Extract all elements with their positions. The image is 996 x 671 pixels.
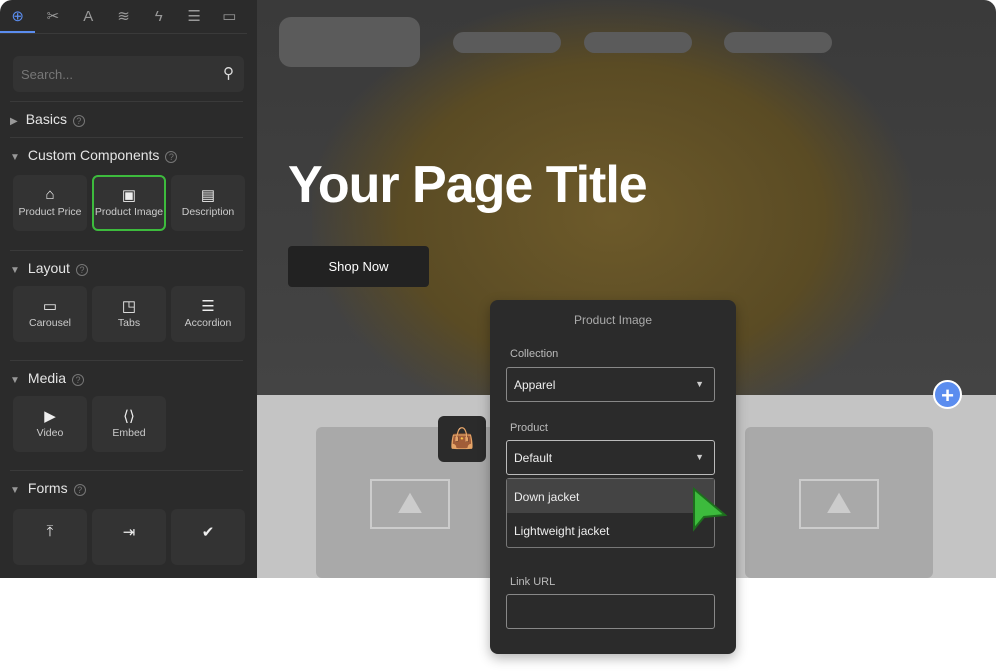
lightning-icon[interactable]: ϟ <box>141 0 176 33</box>
chevron-down-icon: ▼ <box>695 379 704 389</box>
link-url-input[interactable] <box>506 594 715 629</box>
shop-now-button[interactable]: Shop Now <box>288 246 429 287</box>
help-icon[interactable]: ? <box>72 115 85 127</box>
section-custom-components[interactable]: ▼ Custom Components? <box>10 137 243 163</box>
upload-icon: ⤒ <box>46 523 54 540</box>
comments-icon[interactable]: ▭ <box>212 0 247 33</box>
image-icon: ⛰ <box>370 479 450 529</box>
logo-placeholder <box>279 17 420 67</box>
component-input[interactable]: ⇥ <box>92 509 166 565</box>
video-icon: ▶ <box>44 408 56 425</box>
section-label: Layout <box>27 260 70 276</box>
card-label: Carousel <box>28 317 72 329</box>
caret-down-icon: ▼ <box>10 265 20 276</box>
search-input[interactable]: Search... ⚲ <box>13 56 244 92</box>
section-label: Basics <box>25 111 67 127</box>
component-description[interactable]: ▤ Description <box>171 175 245 231</box>
search-placeholder: Search... <box>21 67 74 82</box>
caret-right-icon: ▶ <box>10 116 18 127</box>
image-icon: ⛰ <box>799 479 879 529</box>
card-label: Accordion <box>184 317 232 329</box>
nav-placeholder <box>724 32 832 53</box>
section-layout[interactable]: ▼ Layout? <box>10 250 243 276</box>
option-lightweight-jacket[interactable]: Lightweight jacket <box>507 513 714 547</box>
input-icon: ⇥ <box>122 524 136 541</box>
option-down-jacket[interactable]: Down jacket <box>507 479 714 513</box>
component-upload[interactable]: ⤒ <box>13 509 87 565</box>
help-icon[interactable]: ? <box>72 374 85 386</box>
add-section-button[interactable]: + <box>933 380 962 409</box>
component-carousel[interactable]: ▭ Carousel <box>13 286 87 342</box>
add-icon[interactable]: ⊕ <box>0 0 36 33</box>
product-value: Default <box>514 451 553 465</box>
sidebar-tabs: ⊕ ✂ A ≋ ϟ ☰ ▭ <box>0 0 247 34</box>
cursor-pointer-icon <box>693 487 728 532</box>
sidebar: ⊕ ✂ A ≋ ϟ ☰ ▭ Search... ⚲ ▶ Basics? ▼ Custo… <box>0 0 257 578</box>
component-accordion[interactable]: ☰ Accordion <box>171 286 245 342</box>
popup-title: Product Image <box>573 313 653 327</box>
card-label: Product Price <box>18 206 82 218</box>
card-label: Description <box>181 206 235 218</box>
collection-label: Collection <box>510 348 559 360</box>
search-icon[interactable]: ⚲ <box>223 64 234 82</box>
section-label: Forms <box>27 480 68 496</box>
product-placeholder[interactable]: ⛰ <box>745 427 933 578</box>
help-icon[interactable]: ? <box>75 264 88 276</box>
component-embed[interactable]: ⟨⟩ Embed <box>92 396 166 452</box>
section-label: Media <box>27 370 67 386</box>
caret-down-icon: ▼ <box>10 375 20 386</box>
tag-icon: ⌂ <box>45 186 55 203</box>
caret-down-icon: ▼ <box>10 152 20 163</box>
collection-value: Apparel <box>514 378 556 392</box>
shopping-bag-icon[interactable]: 👜 <box>438 416 486 462</box>
card-label: Tabs <box>117 317 141 329</box>
chevron-down-icon: ▼ <box>695 452 704 462</box>
card-label: Video <box>36 427 64 439</box>
caret-down-icon: ▼ <box>10 485 20 496</box>
collection-select[interactable]: Apparel ▼ <box>506 367 715 402</box>
product-dropdown-menu: Down jacket Lightweight jacket <box>506 478 715 548</box>
section-label: Custom Components <box>27 147 160 163</box>
layers-icon[interactable]: ≋ <box>106 0 141 33</box>
page-title[interactable]: Your Page Title <box>288 155 648 215</box>
typography-icon[interactable]: A <box>71 0 106 33</box>
section-basics[interactable]: ▶ Basics? <box>10 101 243 127</box>
section-forms[interactable]: ▼ Forms? <box>10 470 243 496</box>
tabs-icon: ◳ <box>121 298 137 315</box>
component-checkbox[interactable]: ✔ <box>171 509 245 565</box>
check-circle-icon: ✔ <box>201 524 215 541</box>
product-select[interactable]: Default ▼ <box>506 440 715 475</box>
image-plus-icon: ▣ <box>121 187 137 204</box>
component-tabs[interactable]: ◳ Tabs <box>92 286 166 342</box>
component-product-price[interactable]: ⌂ Product Price <box>13 175 87 231</box>
tools-icon[interactable]: ✂ <box>35 0 70 33</box>
help-icon[interactable]: ? <box>73 484 86 496</box>
database-icon[interactable]: ☰ <box>176 0 211 33</box>
carousel-icon: ▭ <box>42 298 58 315</box>
product-image-settings-popup: Product Image Collection Apparel ▼ Produc… <box>490 300 736 654</box>
product-label: Product <box>510 422 548 434</box>
help-icon[interactable]: ? <box>165 151 178 163</box>
nav-placeholder <box>453 32 561 53</box>
document-icon: ▤ <box>200 187 216 204</box>
accordion-icon: ☰ <box>201 298 215 315</box>
link-url-label: Link URL <box>510 576 556 588</box>
embed-icon: ⟨⟩ <box>123 408 135 425</box>
card-label: Embed <box>112 427 146 439</box>
nav-placeholder <box>584 32 692 53</box>
card-label: Product Image <box>94 206 164 218</box>
component-product-image[interactable]: ▣ Product Image <box>92 175 166 231</box>
section-media[interactable]: ▼ Media? <box>10 360 243 386</box>
component-video[interactable]: ▶ Video <box>13 396 87 452</box>
